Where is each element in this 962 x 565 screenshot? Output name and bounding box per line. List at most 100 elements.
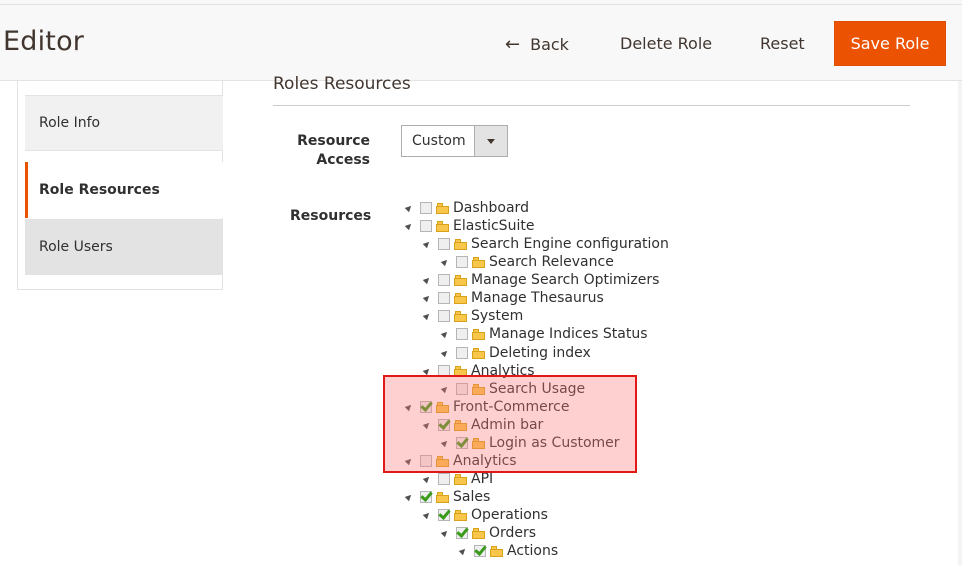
tree-checkbox[interactable] [456,328,468,340]
tree-node-label[interactable]: ElasticSuite [453,218,534,234]
tree-toggle-icon[interactable] [458,546,468,556]
tree-node[interactable]: Login as Customer [440,434,620,452]
resource-access-select[interactable]: Custom [401,125,508,157]
tree-node[interactable]: Sales [404,488,490,506]
header-divider [0,4,962,5]
tree-checkbox[interactable] [420,455,432,467]
tree-toggle-icon[interactable] [404,402,414,412]
tree-toggle-icon[interactable] [440,438,450,448]
tree-node-label[interactable]: Operations [471,507,548,523]
tree-checkbox[interactable] [438,238,450,250]
tree-node-label[interactable]: Dashboard [453,200,529,216]
folder-icon [436,491,449,503]
tree-node-label[interactable]: System [471,308,523,324]
tree-checkbox[interactable] [420,202,432,214]
tree-toggle-icon[interactable] [422,275,432,285]
tree-node-label[interactable]: Login as Customer [489,435,620,451]
tab-role-users[interactable]: Role Users [25,219,223,275]
folder-icon [454,419,467,431]
tree-node-label[interactable]: Analytics [471,363,535,379]
tree-checkbox[interactable] [456,527,468,539]
folder-icon [454,274,467,286]
section-title: Roles Resources [273,74,411,94]
tree-checkbox[interactable] [438,365,450,377]
tree-toggle-icon[interactable] [404,203,414,213]
tree-checkbox[interactable] [438,310,450,322]
tab-role-info[interactable]: Role Info [25,95,223,151]
tree-node-label[interactable]: Analytics [453,453,517,469]
tree-node[interactable]: Analytics [422,362,535,380]
tree-checkbox[interactable] [438,419,450,431]
reset-button[interactable]: Reset [760,34,805,53]
tree-node[interactable]: Manage Thesaurus [422,289,604,307]
tab-role-resources[interactable]: Role Resources [25,162,223,218]
tree-checkbox[interactable] [456,437,468,449]
tree-node[interactable]: Actions [458,542,558,560]
tree-toggle-icon[interactable] [404,221,414,231]
tree-node-label[interactable]: Search Relevance [489,254,614,270]
tree-checkbox[interactable] [438,274,450,286]
tree-toggle-icon[interactable] [404,456,414,466]
tree-checkbox[interactable] [474,545,486,557]
tree-toggle-icon[interactable] [422,510,432,520]
folder-icon [454,365,467,377]
delete-role-button[interactable]: Delete Role [620,34,712,53]
resource-access-label: Resource Access [297,133,370,168]
tree-checkbox[interactable] [456,347,468,359]
tree-node[interactable]: Manage Search Optimizers [422,271,659,289]
tree-toggle-icon[interactable] [422,293,432,303]
tree-node-label[interactable]: Sales [453,489,490,505]
tree-node-label[interactable]: Manage Thesaurus [471,290,604,306]
tree-toggle-icon[interactable] [422,311,432,321]
tree-node-label[interactable]: Deleting index [489,345,591,361]
tree-checkbox[interactable] [420,220,432,232]
tree-node-label[interactable]: Manage Search Optimizers [471,272,659,288]
tree-node[interactable]: Search Usage [440,380,585,398]
tree-toggle-icon[interactable] [440,257,450,267]
tree-checkbox[interactable] [420,491,432,503]
tree-toggle-icon[interactable] [422,420,432,430]
tree-node-label[interactable]: Actions [507,543,558,559]
tree-toggle-icon[interactable] [440,348,450,358]
tree-node-label[interactable]: Orders [489,525,536,541]
tree-toggle-icon[interactable] [440,329,450,339]
tree-toggle-icon[interactable] [422,239,432,249]
back-button[interactable]: ← Back [505,34,569,55]
tree-node-label[interactable]: Search Engine configuration [471,236,669,252]
tree-node[interactable]: Front-Commerce [404,398,569,416]
tree-node-label[interactable]: Front-Commerce [453,399,569,415]
tree-node[interactable]: System [422,307,523,325]
tree-toggle-icon[interactable] [404,492,414,502]
folder-icon [436,401,449,413]
tree-node[interactable]: Analytics [404,452,517,470]
tree-checkbox[interactable] [438,292,450,304]
section-divider [273,105,910,106]
tree-node[interactable]: Operations [422,506,548,524]
tree-node[interactable]: Orders [440,524,536,542]
tree-toggle-icon[interactable] [440,384,450,394]
tree-node[interactable]: ElasticSuite [404,217,534,235]
tree-node-label[interactable]: Admin bar [471,417,543,433]
tree-checkbox[interactable] [438,509,450,521]
tree-node[interactable]: Manage Indices Status [440,325,648,343]
tree-node[interactable]: API [422,470,493,488]
tree-node[interactable]: Search Relevance [440,253,614,271]
tree-node[interactable]: Deleting index [440,344,591,362]
tree-node[interactable]: Dashboard [404,199,529,217]
folder-icon [472,328,485,340]
tree-node-label[interactable]: Search Usage [489,381,585,397]
tree-node-label[interactable]: API [471,471,493,487]
tree-node-label[interactable]: Manage Indices Status [489,326,648,342]
tree-checkbox[interactable] [438,473,450,485]
tree-checkbox[interactable] [456,256,468,268]
tree-toggle-icon[interactable] [440,528,450,538]
role-sidebar: Role Info Role Resources Role Users [17,81,223,290]
tree-checkbox[interactable] [456,383,468,395]
tree-checkbox[interactable] [420,401,432,413]
scrollbar[interactable] [958,81,962,565]
tree-toggle-icon[interactable] [422,474,432,484]
tree-node[interactable]: Search Engine configuration [422,235,669,253]
tree-node[interactable]: Admin bar [422,416,543,434]
tree-toggle-icon[interactable] [422,366,432,376]
save-role-button[interactable]: Save Role [834,21,946,66]
